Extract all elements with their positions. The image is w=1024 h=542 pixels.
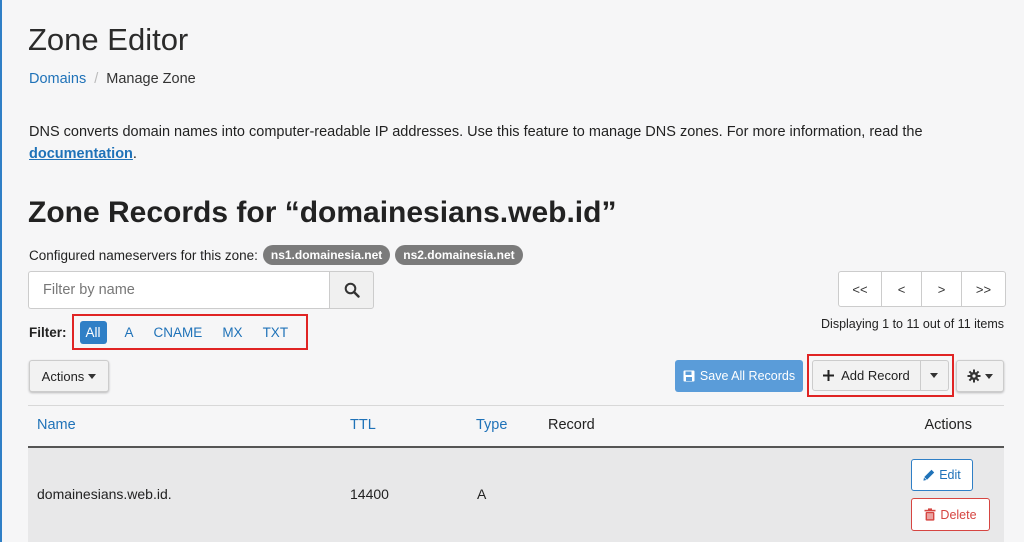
filter-option-a[interactable]: A [115, 321, 144, 344]
delete-label: Delete [940, 507, 977, 522]
record-name: domainesians.web.id. [37, 486, 172, 502]
filter-option-mx[interactable]: MX [212, 321, 252, 344]
actions-label: Actions [41, 368, 85, 384]
column-header-ttl[interactable]: TTL [350, 417, 376, 433]
record-type: A [477, 486, 487, 502]
add-record-group: Add Record [807, 354, 954, 397]
nameserver-badge: ns2.domainesia.net [395, 245, 523, 265]
add-record-button[interactable]: Add Record [812, 360, 921, 391]
breadcrumb: Domains / Manage Zone [29, 71, 196, 87]
column-header-actions: Actions [924, 417, 972, 433]
page-description: DNS converts domain names into computer-… [29, 121, 989, 165]
filter-row: Filter: All A CNAME MX TXT [29, 314, 309, 350]
save-all-records-label: Save All Records [699, 369, 796, 383]
nameservers-row: Configured nameservers for this zone: ns… [29, 245, 523, 265]
zone-records-title: Zone Records for “domainesians.web.id” [28, 196, 617, 229]
gear-icon [967, 369, 981, 383]
chevron-down-icon [985, 373, 993, 379]
trash-icon [924, 508, 936, 521]
pagination-last-button[interactable]: >> [961, 271, 1006, 307]
plus-icon [823, 370, 835, 381]
filter-by-name-input[interactable] [28, 271, 329, 309]
filter-search-group [28, 271, 374, 309]
chevron-down-icon [88, 373, 97, 379]
left-accent-bar [0, 0, 2, 542]
edit-record-button[interactable]: Edit [911, 459, 973, 491]
documentation-link[interactable]: documentation [29, 146, 133, 162]
filter-type-group: All A CNAME MX TXT [71, 314, 309, 350]
floppy-icon [683, 370, 695, 382]
filter-option-all[interactable]: All [79, 320, 107, 344]
page-title: Zone Editor [28, 22, 189, 57]
records-table-header: Name TTL Type Record Actions [28, 406, 1004, 446]
pagination: << < > >> [838, 271, 1006, 307]
delete-record-button[interactable]: Delete [911, 498, 990, 531]
breadcrumb-separator: / [94, 71, 99, 87]
chevron-down-icon [930, 373, 939, 378]
display-count: Displaying 1 to 11 out of 11 items [821, 317, 1004, 331]
save-all-records-button[interactable]: Save All Records [675, 360, 803, 392]
record-ttl: 14400 [350, 486, 389, 502]
actions-dropdown-button[interactable]: Actions [29, 360, 109, 392]
filter-option-cname[interactable]: CNAME [144, 321, 213, 344]
filter-option-txt[interactable]: TXT [253, 321, 299, 344]
search-icon [344, 282, 360, 298]
column-header-record: Record [548, 417, 595, 433]
settings-dropdown-button[interactable] [956, 360, 1004, 392]
breadcrumb-current: Manage Zone [106, 71, 196, 87]
table-row: domainesians.web.id. 14400 A Edit Delete [28, 448, 1004, 542]
column-header-name[interactable]: Name [37, 417, 76, 433]
description-text: DNS converts domain names into computer-… [29, 124, 923, 140]
search-button[interactable] [329, 271, 374, 309]
add-record-label: Add Record [841, 368, 910, 383]
edit-label: Edit [939, 468, 961, 482]
breadcrumb-domains-link[interactable]: Domains [29, 71, 86, 87]
pagination-first-button[interactable]: << [838, 271, 882, 307]
add-record-dropdown-toggle[interactable] [920, 360, 949, 391]
column-header-type[interactable]: Type [476, 417, 507, 433]
pagination-next-button[interactable]: > [921, 271, 962, 307]
pencil-icon [923, 469, 935, 481]
filter-label: Filter: [29, 324, 67, 340]
nameservers-label: Configured nameservers for this zone: [29, 247, 258, 263]
description-suffix: . [132, 146, 137, 162]
nameserver-badge: ns1.domainesia.net [262, 245, 391, 265]
pagination-prev-button[interactable]: < [881, 271, 922, 307]
